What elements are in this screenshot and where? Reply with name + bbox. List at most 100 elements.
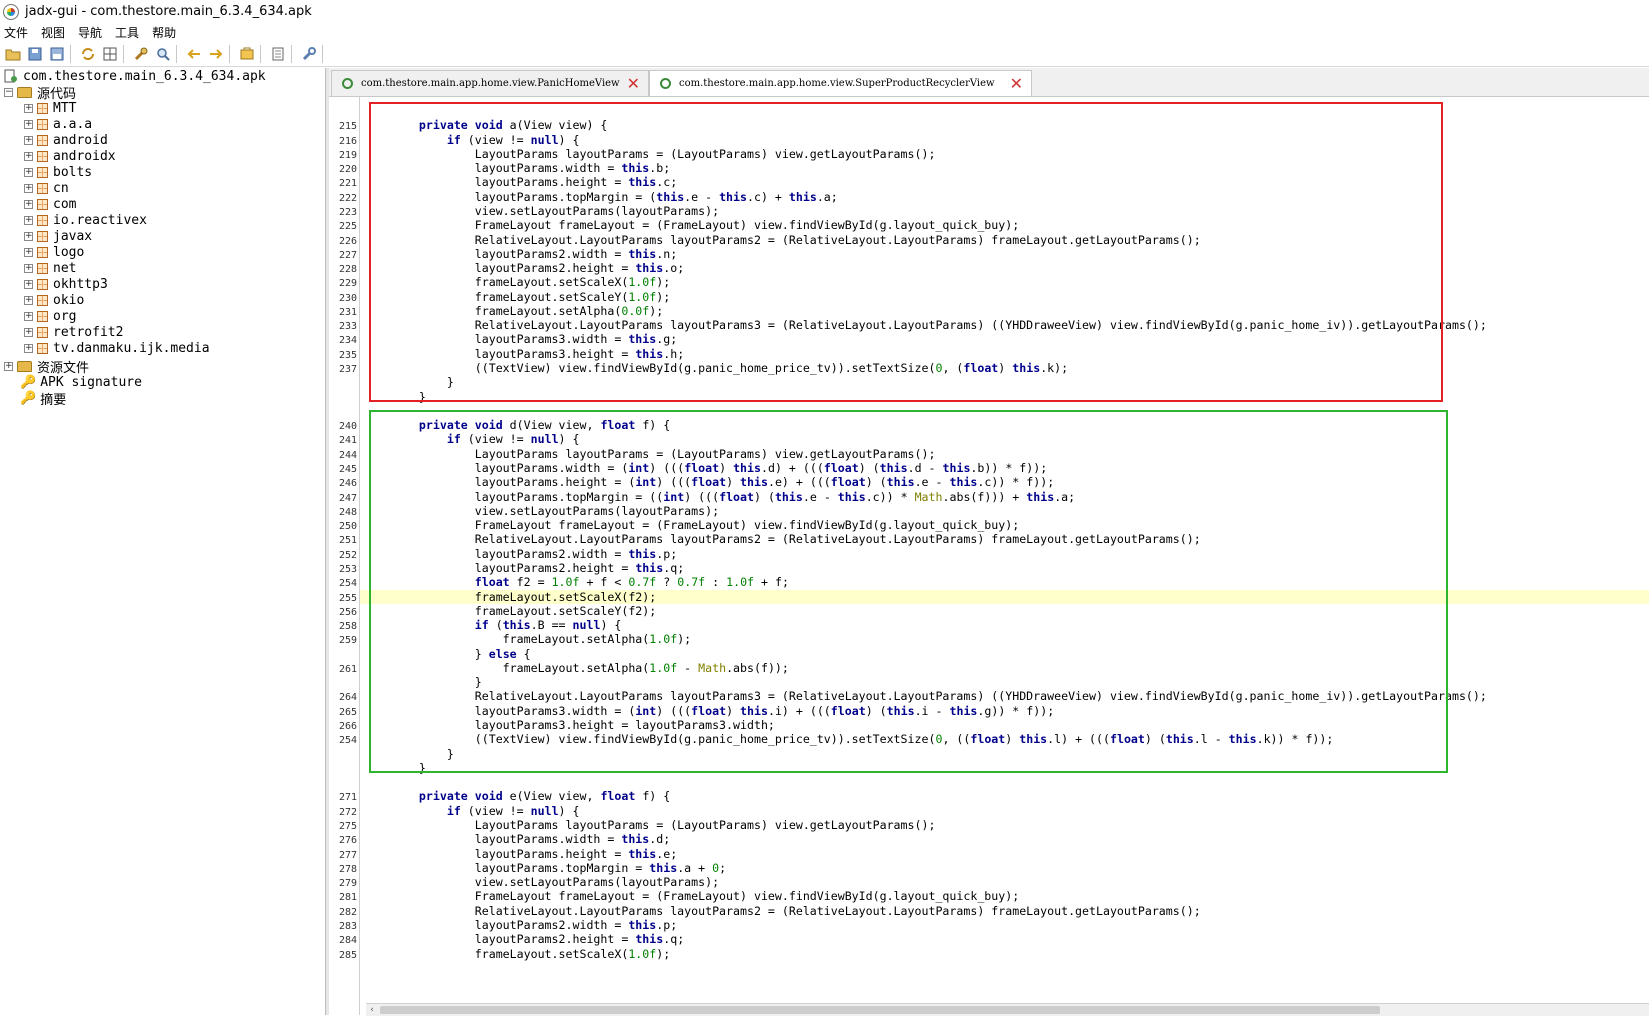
package-icon xyxy=(37,326,48,338)
code-line[interactable]: private void e(View view, float f) { xyxy=(391,789,670,803)
tree-package-item[interactable]: + MTT xyxy=(24,100,76,116)
sync-icon[interactable] xyxy=(79,45,97,63)
close-icon[interactable]: ✕ xyxy=(627,74,640,93)
expand-icon[interactable]: + xyxy=(24,311,33,321)
line-number: 231 xyxy=(338,306,357,318)
tree-node-summary[interactable]: 🔑 摘要 xyxy=(20,390,66,408)
expand-icon[interactable]: + xyxy=(24,151,33,161)
code-line[interactable]: LayoutParams layoutParams = (LayoutParam… xyxy=(391,818,936,832)
tree-package-item[interactable]: + javax xyxy=(24,228,92,244)
expand-icon[interactable]: + xyxy=(24,327,33,337)
menu-bar: 文件 视图 导航 工具 帮助 xyxy=(0,23,1649,41)
line-number: 227 xyxy=(338,249,357,261)
line-number: 275 xyxy=(338,821,357,832)
tree-package-item[interactable]: + retrofit2 xyxy=(24,324,123,340)
expand-icon[interactable]: + xyxy=(4,361,13,371)
menu-view[interactable]: 视图 xyxy=(41,24,65,41)
code-line[interactable]: if (view != null) { xyxy=(391,804,580,818)
close-icon[interactable]: ✕ xyxy=(1010,74,1023,93)
expand-icon[interactable]: + xyxy=(24,183,33,193)
line-number: 221 xyxy=(338,178,357,190)
package-icon xyxy=(37,150,48,162)
line-number: 219 xyxy=(338,149,357,161)
tree-package-item[interactable]: + a.a.a xyxy=(24,116,92,132)
expand-icon[interactable]: + xyxy=(24,199,33,209)
line-number: 261 xyxy=(338,663,357,675)
menu-file[interactable]: 文件 xyxy=(4,24,28,41)
scroll-left-icon[interactable]: ‹ xyxy=(366,1004,378,1016)
expand-icon[interactable]: + xyxy=(24,343,33,353)
tab-label: com.thestore.main.app.home.view.SuperPro… xyxy=(679,78,995,89)
tree-root-label: com.thestore.main_6.3.4_634.apk xyxy=(23,68,266,84)
tab-super-product-recycler-view[interactable]: com.thestore.main.app.home.view.SuperPro… xyxy=(649,70,1032,96)
export-icon[interactable] xyxy=(48,45,66,63)
expand-icon[interactable]: + xyxy=(24,295,33,305)
scrollbar-thumb[interactable] xyxy=(380,1006,1380,1014)
package-icon xyxy=(37,118,48,130)
toolbar-separator xyxy=(123,45,124,63)
line-number: 251 xyxy=(338,535,357,547)
flatten-packages-icon[interactable] xyxy=(101,45,119,63)
expand-icon[interactable]: + xyxy=(24,103,33,113)
tree-package-item[interactable]: + android xyxy=(24,132,108,148)
package-label: org xyxy=(53,308,77,324)
expand-icon[interactable]: + xyxy=(24,247,33,257)
menu-tools[interactable]: 工具 xyxy=(115,24,139,41)
tree-package-item[interactable]: + cn xyxy=(24,180,69,196)
code-line[interactable]: layoutParams.width = this.d; xyxy=(391,832,670,846)
line-number: 248 xyxy=(338,506,357,518)
line-number: 271 xyxy=(338,792,357,804)
tree-package-item[interactable]: + com xyxy=(24,196,76,212)
log-viewer-icon[interactable] xyxy=(269,45,287,63)
tab-panic-home-view[interactable]: com.thestore.main.app.home.view.PanicHom… xyxy=(331,70,649,96)
tree-node-resources[interactable]: + 资源文件 xyxy=(4,358,89,376)
horizontal-scrollbar[interactable]: ‹ xyxy=(366,1003,1649,1016)
code-line[interactable]: RelativeLayout.LayoutParams layoutParams… xyxy=(391,904,1201,918)
code-line[interactable]: layoutParams2.width = this.p; xyxy=(391,918,677,932)
tree-package-item[interactable]: + androidx xyxy=(24,148,116,164)
expand-icon[interactable]: + xyxy=(24,231,33,241)
tree-package-item[interactable]: + tv.danmaku.ijk.media xyxy=(24,340,210,356)
code-line[interactable]: layoutParams.height = this.e; xyxy=(391,847,677,861)
expand-icon[interactable]: + xyxy=(24,167,33,177)
class-icon xyxy=(342,78,353,89)
back-icon[interactable] xyxy=(185,45,203,63)
tree-node-label: APK signature xyxy=(40,374,142,390)
code-line[interactable]: frameLayout.setScaleX(1.0f); xyxy=(391,947,670,961)
expand-icon[interactable]: + xyxy=(24,215,33,225)
code-line[interactable]: layoutParams2.height = this.q; xyxy=(391,932,684,946)
code-line[interactable]: layoutParams.topMargin = this.a + 0; xyxy=(391,861,726,875)
menu-navigation[interactable]: 导航 xyxy=(78,24,102,41)
expand-icon[interactable]: + xyxy=(24,279,33,289)
expand-icon[interactable]: + xyxy=(24,263,33,273)
code-editor[interactable]: 215 216 219 220 221 222 223 225 226 227 228 229 230 2… xyxy=(329,97,1649,1015)
forward-icon[interactable] xyxy=(207,45,225,63)
deobfuscation-icon[interactable] xyxy=(238,45,256,63)
toolbar-separator xyxy=(70,45,71,63)
package-label: logo xyxy=(53,244,85,260)
tree-package-item[interactable]: + logo xyxy=(24,244,84,260)
tree-package-item[interactable]: + io.reactivex xyxy=(24,212,147,228)
search-text-icon[interactable] xyxy=(132,45,150,63)
tree-node-source[interactable]: − 源代码 xyxy=(4,84,76,102)
apk-file-icon xyxy=(4,69,18,83)
tree-package-item[interactable]: + org xyxy=(24,308,76,324)
code-line[interactable]: FrameLayout frameLayout = (FrameLayout) … xyxy=(391,889,1019,903)
package-label: a.a.a xyxy=(53,116,93,132)
expand-icon[interactable]: + xyxy=(24,119,33,129)
tree-package-item[interactable]: + bolts xyxy=(24,164,92,180)
find-class-icon[interactable] xyxy=(154,45,172,63)
tree-package-item[interactable]: + net xyxy=(24,260,76,276)
collapse-icon[interactable]: − xyxy=(4,87,13,97)
tree-package-item[interactable]: + okhttp3 xyxy=(24,276,108,292)
line-number: 229 xyxy=(338,278,357,290)
open-file-icon[interactable] xyxy=(4,45,22,63)
menu-help[interactable]: 帮助 xyxy=(152,24,176,41)
tree-node-apk-signature[interactable]: 🔑 APK signature xyxy=(20,374,142,390)
code-line[interactable]: view.setLayoutParams(layoutParams); xyxy=(391,875,719,889)
save-all-icon[interactable] xyxy=(26,45,44,63)
tree-package-item[interactable]: + okio xyxy=(24,292,84,308)
preferences-icon[interactable] xyxy=(300,45,318,63)
expand-icon[interactable]: + xyxy=(24,135,33,145)
line-number: 253 xyxy=(338,563,357,575)
